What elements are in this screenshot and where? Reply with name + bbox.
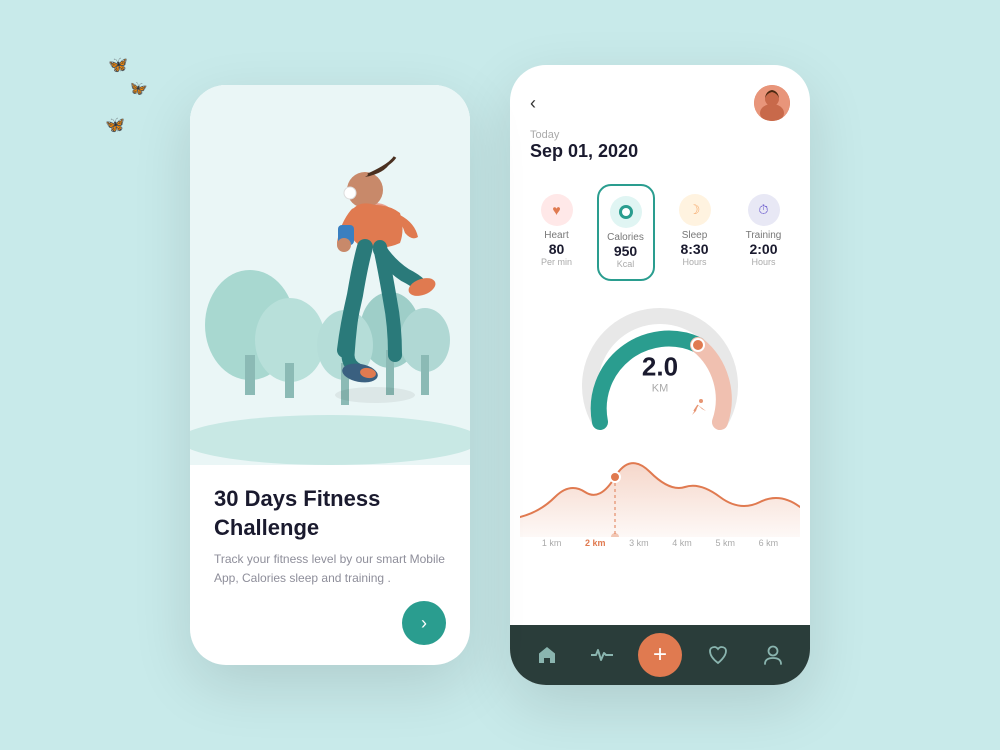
stat-heart-name: Heart: [544, 230, 568, 241]
sleep-icon-wrap: ☽: [679, 194, 711, 226]
butterfly-3: 🦋: [105, 115, 125, 135]
gauge-wrap: 2.0 KM: [580, 307, 740, 437]
illustration-area: [190, 85, 470, 465]
nav-activity-button[interactable]: [584, 637, 620, 673]
training-icon-wrap: ⏱: [748, 194, 780, 226]
butterfly-2: 🦋: [130, 80, 147, 97]
gauge-section: 2.0 KM: [510, 297, 810, 437]
stat-sleep-name: Sleep: [682, 230, 708, 241]
right-phone-header: ‹: [510, 65, 810, 129]
phone-left: 30 Days Fitness Challenge Track your fit…: [190, 85, 470, 665]
left-phone-subtitle: Track your fitness level by our smart Mo…: [214, 550, 446, 588]
stat-calories-value: 950: [614, 243, 637, 259]
phones-container: 30 Days Fitness Challenge Track your fit…: [190, 65, 810, 685]
wave-labels: 1 km 2 km 3 km 4 km 5 km 6 km: [520, 538, 800, 548]
gauge-km-unit: KM: [642, 382, 678, 394]
stat-card-sleep[interactable]: ☽ Sleep 8:30 Hours: [666, 184, 724, 281]
stat-training-name: Training: [746, 230, 782, 241]
wave-label-2km: 2 km: [585, 538, 606, 548]
wave-label-5km: 5 km: [715, 538, 735, 548]
bottom-nav: +: [510, 625, 810, 685]
wave-section: 1 km 2 km 3 km 4 km 5 km 6 km: [510, 437, 810, 625]
stat-calories-unit: Kcal: [617, 259, 635, 269]
stat-heart-unit: Per min: [541, 257, 572, 267]
back-button[interactable]: ‹: [530, 93, 536, 114]
gauge-km-value: 2.0: [642, 351, 678, 382]
runner-small-icon: [686, 397, 710, 427]
nav-profile-button[interactable]: [755, 637, 791, 673]
calories-icon-wrap: [610, 196, 642, 228]
wave-chart-svg: [520, 437, 800, 537]
wave-label-1km: 1 km: [542, 538, 562, 548]
date-value: Sep 01, 2020: [530, 141, 790, 162]
left-phone-title: 30 Days Fitness Challenge: [214, 485, 446, 542]
nav-add-button[interactable]: +: [638, 633, 682, 677]
date-label: Today: [530, 129, 790, 141]
stat-heart-value: 80: [549, 241, 565, 257]
left-phone-content: 30 Days Fitness Challenge Track your fit…: [190, 465, 470, 665]
heart-icon-wrap: ♥: [541, 194, 573, 226]
stat-training-value: 2:00: [749, 241, 777, 257]
wave-label-4km: 4 km: [672, 538, 692, 548]
nav-favorites-button[interactable]: [700, 637, 736, 673]
stat-calories-name: Calories: [607, 232, 644, 243]
phone-right: ‹ Today Sep 01, 2020 ♥ Heart 80: [510, 65, 810, 685]
stat-card-calories[interactable]: Calories 950 Kcal: [597, 184, 655, 281]
stat-sleep-value: 8:30: [680, 241, 708, 257]
avatar[interactable]: [754, 85, 790, 121]
stat-training-unit: Hours: [751, 257, 775, 267]
wave-label-6km: 6 km: [759, 538, 779, 548]
get-started-button[interactable]: ›: [402, 601, 446, 645]
butterfly-1: 🦋: [108, 55, 128, 75]
add-icon: +: [653, 643, 667, 667]
stat-card-training[interactable]: ⏱ Training 2:00 Hours: [735, 184, 793, 281]
stat-card-heart[interactable]: ♥ Heart 80 Per min: [528, 184, 586, 281]
stat-sleep-unit: Hours: [682, 257, 706, 267]
nav-home-button[interactable]: [529, 637, 565, 673]
date-section: Today Sep 01, 2020: [510, 129, 810, 176]
stats-row: ♥ Heart 80 Per min Calories 950 Kcal ☽ S…: [510, 176, 810, 289]
gauge-center: 2.0 KM: [642, 351, 678, 394]
wave-label-3km: 3 km: [629, 538, 649, 548]
